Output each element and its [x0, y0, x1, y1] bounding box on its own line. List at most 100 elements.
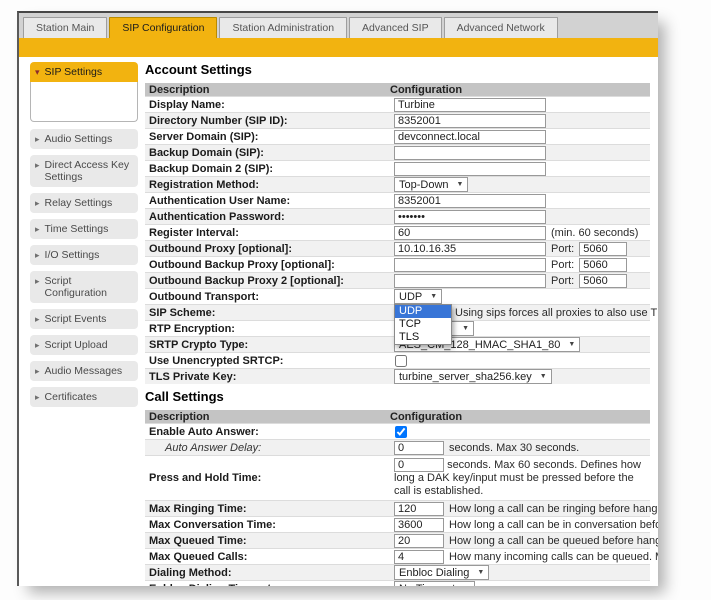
- table-row: Outbound Proxy [optional]: Port:: [145, 240, 650, 256]
- dropdown-option-tls[interactable]: TLS: [395, 331, 451, 344]
- outbound-transport-select[interactable]: UDP ▼: [394, 289, 442, 304]
- max-queued-calls-input[interactable]: [394, 550, 444, 564]
- account-settings-title: Account Settings: [145, 62, 650, 77]
- outbound-backup-proxy-input[interactable]: [394, 258, 546, 272]
- outbound-backup-proxy-port-input[interactable]: [579, 258, 627, 272]
- outbound-proxy-input[interactable]: [394, 242, 546, 256]
- port-label: Port:: [551, 259, 574, 271]
- auth-username-input[interactable]: [394, 194, 546, 208]
- max-ringing-note: How long a call can be ringing before ha…: [449, 503, 658, 515]
- port-label: Port:: [551, 275, 574, 287]
- table-row: Registration Method: Top-Down ▼: [145, 176, 650, 192]
- sidebar-item-label: Script Events: [45, 313, 107, 325]
- auto-answer-delay-note: seconds. Max 30 seconds.: [449, 442, 579, 454]
- chevron-down-icon: ▾: [35, 66, 40, 78]
- column-header-configuration: Configuration: [390, 411, 650, 423]
- table-row: Max Queued Calls: How many incoming call…: [145, 548, 650, 564]
- sidebar-item-audio-settings[interactable]: ▸ Audio Settings: [30, 129, 138, 149]
- sidebar-item-label: Audio Messages: [45, 365, 123, 377]
- column-header-configuration: Configuration: [390, 84, 650, 96]
- backup-domain-2-input[interactable]: [394, 162, 546, 176]
- auto-answer-delay-input[interactable]: [394, 441, 444, 455]
- tab-bar: Station Main SIP Configuration Station A…: [19, 13, 658, 38]
- tab-advanced-sip[interactable]: Advanced SIP: [349, 17, 442, 38]
- tab-station-administration[interactable]: Station Administration: [219, 17, 347, 38]
- column-header-description: Description: [145, 411, 390, 423]
- sidebar-item-sip-settings[interactable]: ▾ SIP Settings: [30, 62, 138, 82]
- chevron-right-icon: ▸: [35, 313, 40, 325]
- tab-sip-configuration[interactable]: SIP Configuration: [109, 17, 217, 38]
- dropdown-option-tcp[interactable]: TCP: [395, 318, 451, 331]
- enbloc-dialing-timeout-select[interactable]: No Timeout ▼: [394, 581, 475, 586]
- press-and-hold-time-input[interactable]: [394, 458, 444, 472]
- call-table-header: Description Configuration: [145, 410, 650, 423]
- max-queued-calls-note: How many incoming calls can be queued. M…: [449, 551, 658, 563]
- sidebar-item-label: Direct Access Key Settings: [45, 159, 133, 183]
- sidebar-item-direct-access-key-settings[interactable]: ▸ Direct Access Key Settings: [30, 155, 138, 187]
- table-row: Outbound Backup Proxy [optional]: Port:: [145, 256, 650, 272]
- directory-number-input[interactable]: [394, 114, 546, 128]
- sidebar-item-label: Audio Settings: [45, 133, 113, 145]
- max-ringing-time-input[interactable]: [394, 502, 444, 516]
- sidebar-expanded-panel: [30, 82, 138, 122]
- chevron-right-icon: ▸: [35, 223, 40, 235]
- tab-station-main[interactable]: Station Main: [23, 17, 107, 38]
- max-conversation-note: How long a call can be in conversation b…: [449, 519, 658, 531]
- max-queued-time-input[interactable]: [394, 534, 444, 548]
- max-queued-time-note: How long a call can be queued before han…: [449, 535, 658, 547]
- outbound-transport-dropdown-list: UDP TCP TLS: [394, 304, 452, 345]
- tab-advanced-network[interactable]: Advanced Network: [444, 17, 558, 38]
- tls-private-key-select[interactable]: turbine_server_sha256.key ▼: [394, 369, 552, 384]
- sidebar-item-script-configuration[interactable]: ▸ Script Configuration: [30, 271, 138, 303]
- select-arrow-icon: ▼: [477, 569, 484, 576]
- enable-auto-answer-checkbox[interactable]: [395, 426, 407, 438]
- table-row: Directory Number (SIP ID):: [145, 112, 650, 128]
- sip-scheme-note: Using sips forces all proxies to also us…: [455, 307, 658, 319]
- table-row: Server Domain (SIP):: [145, 128, 650, 144]
- table-row: Enable Auto Answer:: [145, 423, 650, 439]
- sidebar-item-io-settings[interactable]: ▸ I/O Settings: [30, 245, 138, 265]
- select-arrow-icon: ▼: [430, 293, 437, 300]
- sidebar-item-time-settings[interactable]: ▸ Time Settings: [30, 219, 138, 239]
- unencrypted-srtcp-checkbox[interactable]: [395, 355, 407, 367]
- app-window: Station Main SIP Configuration Station A…: [17, 11, 658, 586]
- table-row: Authentication Password:: [145, 208, 650, 224]
- table-row: Press and Hold Time: seconds. Max 60 sec…: [145, 455, 650, 500]
- sidebar-item-relay-settings[interactable]: ▸ Relay Settings: [30, 193, 138, 213]
- table-row: Max Conversation Time: How long a call c…: [145, 516, 650, 532]
- outbound-backup-proxy-2-input[interactable]: [394, 274, 546, 288]
- port-label: Port:: [551, 243, 574, 255]
- sidebar-nav: ▾ SIP Settings ▸ Audio Settings ▸ Direct…: [30, 62, 138, 413]
- sidebar-item-script-events[interactable]: ▸ Script Events: [30, 309, 138, 329]
- table-row: Enbloc Dialing Timeout: No Timeout ▼: [145, 580, 650, 586]
- main-content: Account Settings Description Configurati…: [145, 60, 650, 586]
- sidebar-item-audio-messages[interactable]: ▸ Audio Messages: [30, 361, 138, 381]
- register-interval-input[interactable]: [394, 226, 546, 240]
- max-conversation-time-input[interactable]: [394, 518, 444, 532]
- chevron-right-icon: ▸: [35, 275, 40, 287]
- server-domain-input[interactable]: [394, 130, 546, 144]
- outbound-backup-proxy-2-port-input[interactable]: [579, 274, 627, 288]
- sidebar-item-script-upload[interactable]: ▸ Script Upload: [30, 335, 138, 355]
- table-row: Outbound Backup Proxy 2 [optional]: Port…: [145, 272, 650, 288]
- display-name-input[interactable]: [394, 98, 546, 112]
- table-row: Max Queued Time: How long a call can be …: [145, 532, 650, 548]
- table-row: Dialing Method: Enbloc Dialing ▼: [145, 564, 650, 580]
- chevron-right-icon: ▸: [35, 197, 40, 209]
- sidebar-item-label: Script Configuration: [45, 275, 133, 299]
- sidebar-item-certificates[interactable]: ▸ Certificates: [30, 387, 138, 407]
- backup-domain-input[interactable]: [394, 146, 546, 160]
- chevron-right-icon: ▸: [35, 339, 40, 351]
- dialing-method-select[interactable]: Enbloc Dialing ▼: [394, 565, 489, 580]
- table-row: Max Ringing Time: How long a call can be…: [145, 500, 650, 516]
- outbound-proxy-port-input[interactable]: [579, 242, 627, 256]
- sidebar-item-label: Relay Settings: [45, 197, 113, 209]
- registration-method-select[interactable]: Top-Down ▼: [394, 177, 468, 192]
- auth-password-input[interactable]: [394, 210, 546, 224]
- chevron-right-icon: ▸: [35, 133, 40, 145]
- dropdown-option-udp[interactable]: UDP: [395, 305, 451, 318]
- select-arrow-icon: ▼: [462, 325, 469, 332]
- table-row: Authentication User Name:: [145, 192, 650, 208]
- select-arrow-icon: ▼: [568, 341, 575, 348]
- chevron-right-icon: ▸: [35, 391, 40, 403]
